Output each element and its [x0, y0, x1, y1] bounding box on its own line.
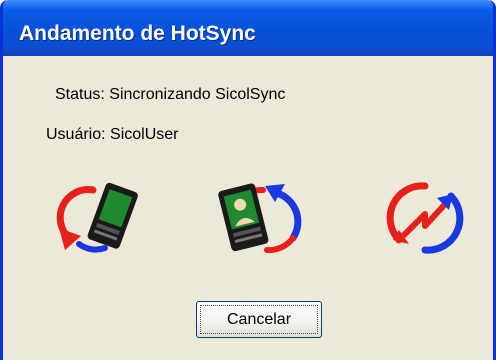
window-title: Andamento de HotSync [19, 22, 256, 45]
hotsync-progress-dialog: Andamento de HotSync Status: Sincronizan… [0, 0, 496, 360]
user-label: Usuário: [46, 126, 106, 143]
handheld-sync-arrow-icon [56, 182, 138, 253]
cancel-button-label: Cancelar [200, 305, 318, 334]
status-value: Sincronizando SicolSync [109, 86, 286, 103]
user-value: SicolUser [110, 126, 179, 143]
title-bar[interactable]: Andamento de HotSync [3, 0, 493, 56]
handheld-contact-sync-icon [218, 183, 302, 254]
status-label: Status: [55, 86, 105, 103]
status-row: Status: Sincronizando SicolSync [55, 86, 285, 104]
sync-arrows-icon [386, 182, 464, 254]
cancel-button[interactable]: Cancelar [196, 301, 322, 338]
user-row: Usuário: SicolUser [46, 126, 179, 144]
